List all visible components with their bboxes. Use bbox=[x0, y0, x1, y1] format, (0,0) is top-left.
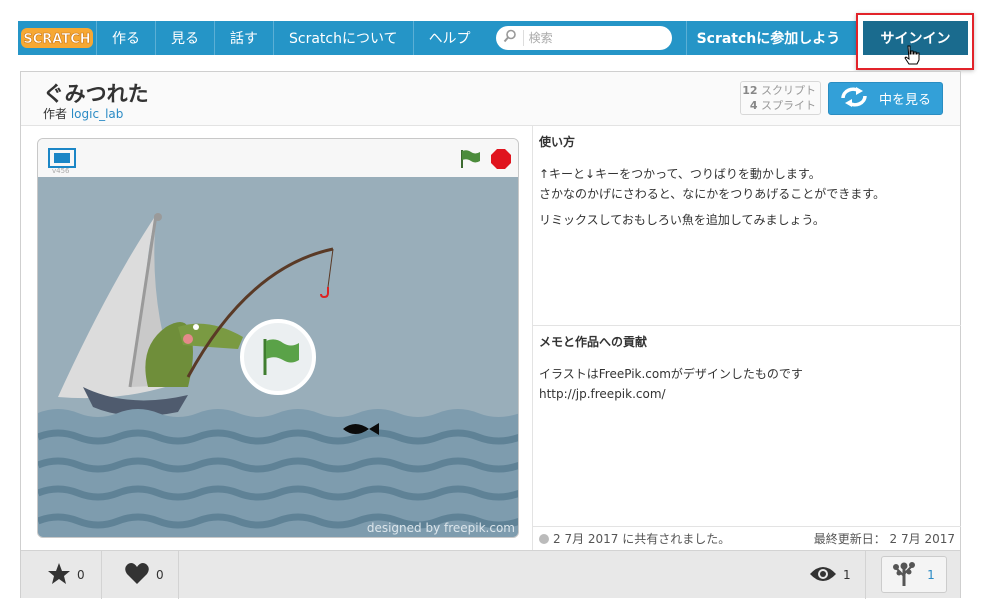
project-byline: 作者 logic_lab bbox=[43, 105, 123, 122]
stage-illustration bbox=[38, 213, 518, 537]
project-action-bar: 0 0 1 1 bbox=[21, 550, 960, 599]
favorites-count: 0 bbox=[77, 568, 85, 582]
project-header: ぐみつれた 作者 logic_lab 12 スクリプト 4 スプライト 中を見る bbox=[21, 72, 960, 126]
favorite-button[interactable]: 0 bbox=[47, 551, 85, 599]
scripts-count: 12 bbox=[742, 84, 758, 97]
author-link[interactable]: logic_lab bbox=[71, 107, 124, 121]
stage-credit: designed by freepik.com bbox=[366, 521, 515, 535]
byline-prefix: 作者 bbox=[43, 107, 68, 121]
views-count: 1 bbox=[843, 568, 851, 582]
instructions-section: 使い方 ↑キーと↓キーをつかって、つりばりを動かします。 さかなのかげにさわると… bbox=[533, 126, 961, 326]
remix-tree-icon bbox=[893, 560, 916, 589]
instructions-heading: 使い方 bbox=[539, 135, 576, 149]
modified-date: 最終更新日： 2 7月 2017 bbox=[813, 532, 955, 546]
search-icon bbox=[502, 28, 518, 48]
divider bbox=[178, 551, 179, 599]
project-title: ぐみつれた bbox=[43, 82, 149, 106]
nav-explore[interactable]: 見る bbox=[155, 21, 214, 55]
project-info-panel: 使い方 ↑キーと↓キーをつかって、つりばりを動かします。 さかなのかげにさわると… bbox=[532, 126, 961, 550]
nav-help[interactable]: ヘルプ bbox=[412, 21, 486, 55]
stop-sign-icon[interactable] bbox=[490, 148, 512, 174]
sprites-label: スプライト bbox=[761, 99, 816, 112]
player-version: v456 bbox=[52, 167, 70, 175]
remix-tree-button[interactable]: 1 bbox=[881, 556, 947, 593]
instructions-line: リミックスしておもしろい魚を追加してみましょう。 bbox=[539, 213, 825, 227]
project-stats-box: 12 スクリプト 4 スプライト bbox=[740, 81, 821, 115]
eye-icon bbox=[809, 564, 837, 587]
see-inside-button[interactable]: 中を見る bbox=[828, 82, 943, 115]
shared-date-text: 2 7月 2017 に共有されました。 bbox=[553, 532, 731, 546]
hand-cursor-icon bbox=[903, 45, 921, 69]
notes-link[interactable]: http://jp.freepik.com/ bbox=[539, 384, 955, 404]
join-scratch-link[interactable]: Scratchに参加しよう bbox=[685, 21, 851, 55]
project-container: ぐみつれた 作者 logic_lab 12 スクリプト 4 スプライト 中を見る bbox=[20, 71, 961, 599]
shared-icon bbox=[539, 533, 549, 544]
top-navigation: SCRATCH 作る 見る 話す Scratchについて ヘルプ Scratch… bbox=[18, 21, 969, 55]
nav-discuss[interactable]: 話す bbox=[214, 21, 273, 55]
nav-about[interactable]: Scratchについて bbox=[273, 21, 413, 55]
remixes-count: 1 bbox=[927, 567, 935, 582]
instructions-line: さかなのかげにさわると、なにかをつりあげることができます。 bbox=[539, 187, 886, 201]
player-controls: v456 bbox=[38, 139, 518, 177]
views-count-group: 1 bbox=[809, 551, 851, 599]
green-flag-icon[interactable] bbox=[459, 148, 481, 174]
project-player: v456 designed by freepik.com bbox=[37, 138, 519, 538]
star-icon bbox=[47, 562, 71, 589]
search-box[interactable] bbox=[495, 26, 672, 50]
project-dates: 2 7月 2017 に共有されました。 最終更新日： 2 7月 2017 bbox=[533, 526, 961, 550]
loves-count: 0 bbox=[156, 568, 164, 582]
scripts-label: スクリプト bbox=[761, 84, 816, 97]
shared-date: 2 7月 2017 に共有されました。 bbox=[539, 530, 730, 547]
see-inside-label: 中を見る bbox=[879, 93, 932, 108]
nav-create[interactable]: 作る bbox=[96, 21, 155, 55]
instructions-line: ↑キーと↓キーをつかって、つりばりを動かします。 bbox=[539, 167, 821, 181]
love-button[interactable]: 0 bbox=[124, 551, 164, 599]
sprites-count: 4 bbox=[749, 99, 758, 112]
scratch-logo[interactable]: SCRATCH bbox=[18, 21, 96, 55]
divider bbox=[865, 551, 866, 599]
notes-section: メモと作品への貢献 イラストはFreePik.comがデザインしたものです ht… bbox=[533, 326, 961, 526]
svg-text:SCRATCH: SCRATCH bbox=[23, 32, 90, 47]
project-stage[interactable]: designed by freepik.com bbox=[38, 177, 518, 537]
see-inside-icon bbox=[839, 86, 869, 112]
search-input[interactable] bbox=[528, 31, 669, 45]
divider bbox=[101, 551, 102, 599]
notes-line: イラストはFreePik.comがデザインしたものです bbox=[539, 367, 803, 381]
notes-heading: メモと作品への貢献 bbox=[539, 335, 648, 349]
heart-icon bbox=[124, 562, 150, 589]
